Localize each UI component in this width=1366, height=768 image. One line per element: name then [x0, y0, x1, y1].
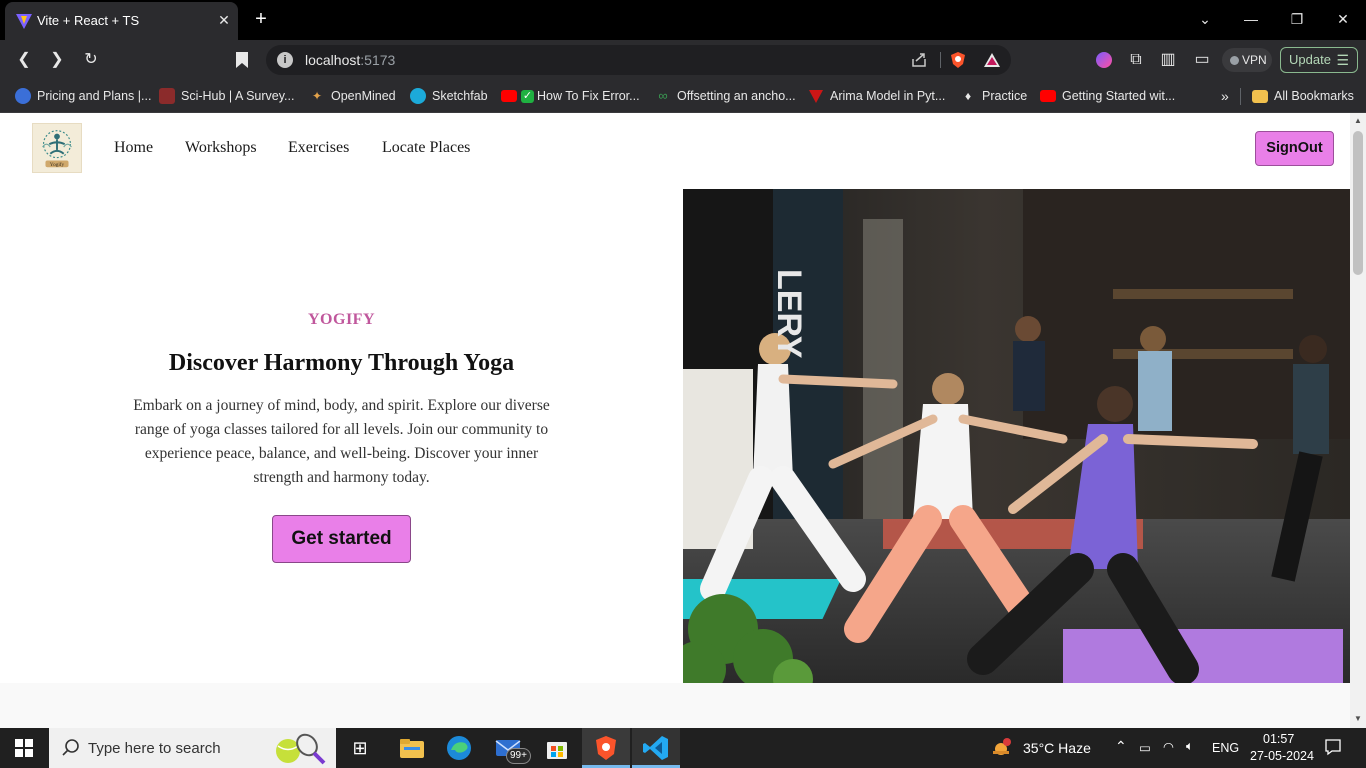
all-bookmarks[interactable]: All Bookmarks [1252, 86, 1354, 106]
next-section-band [0, 683, 1350, 728]
store-icon[interactable] [543, 734, 571, 762]
tab-title: Vite + React + TS [37, 13, 140, 28]
logo-text: Yogify [50, 161, 65, 168]
folder-icon [1252, 89, 1268, 103]
restore-button[interactable]: ❐ [1287, 9, 1307, 29]
language-indicator[interactable]: ENG [1212, 741, 1239, 755]
yogify-logo[interactable]: Yogify [32, 123, 82, 173]
mail-badge: 99+ [506, 748, 531, 764]
search-placeholder: Type here to search [88, 740, 221, 757]
bookmarks-divider [1240, 88, 1241, 105]
vpn-status-dot [1230, 56, 1239, 65]
bookmark-icon[interactable] [234, 50, 250, 70]
extensions-icon[interactable]: ⧉ [1126, 50, 1146, 70]
bookmark-item[interactable]: ♦ Practice [960, 86, 1027, 106]
bookmark-item[interactable]: ∞ Offsetting an ancho... [655, 86, 795, 106]
bookmark-item[interactable]: Arima Model in Pyt... [808, 86, 945, 106]
search-highlight-tennis-icon [276, 733, 326, 765]
task-view-icon[interactable]: ⊞ [346, 734, 374, 762]
page-viewport: Yogify Home Workshops Exercises Locate P… [0, 113, 1350, 728]
show-hidden-icons[interactable]: ⌃ [1115, 738, 1127, 755]
bell-icon: ♦ [964, 89, 972, 103]
sidebar-icon[interactable]: ▥ [1158, 50, 1178, 70]
windows-start-icon[interactable] [15, 739, 33, 757]
taskbar-search-box[interactable]: Type here to search [49, 728, 336, 768]
brave-browser-icon[interactable] [592, 734, 620, 762]
wall-lettering: LERY [770, 269, 808, 359]
volume-icon[interactable]: 🔈︎ [1186, 739, 1194, 754]
weather-icon[interactable] [990, 738, 1012, 758]
openmined-icon: ✦ [311, 89, 323, 103]
windows-taskbar: Type here to search ⊞ 99+ 35°C Haze ⌃ ▭ … [0, 728, 1366, 768]
page-scrollbar[interactable]: ▲ ▼ [1350, 113, 1366, 728]
scroll-down-icon[interactable]: ▼ [1353, 714, 1363, 724]
site-info-icon[interactable]: i [277, 52, 293, 68]
vscode-icon[interactable] [642, 734, 670, 762]
signout-button[interactable]: SignOut [1255, 131, 1334, 166]
weather-text[interactable]: 35°C Haze [1023, 740, 1091, 756]
shield-icon [808, 88, 824, 104]
update-button[interactable]: Update ☰ [1280, 47, 1358, 73]
hero-yoga-image: LERY [683, 189, 1350, 683]
globe-icon [15, 88, 31, 104]
close-tab-icon[interactable]: ✕ [215, 11, 233, 29]
scihub-icon [159, 88, 175, 104]
new-tab-button[interactable]: + [251, 9, 271, 29]
mail-icon[interactable]: 99+ [494, 734, 531, 764]
checkbox-icon: ✓ [521, 89, 534, 103]
share-icon[interactable] [910, 51, 928, 69]
minimize-button[interactable]: — [1241, 9, 1261, 29]
vite-icon [16, 14, 32, 29]
wallet-icon[interactable]: ▭ [1192, 50, 1212, 70]
bookmark-item[interactable]: Getting Started wit... [1040, 86, 1175, 106]
tab-strip: Vite + React + TS ✕ + ⌄ — ❐ ✕ [0, 0, 1366, 40]
youtube-icon [501, 90, 517, 102]
omnibox-divider [940, 52, 941, 68]
notifications-icon[interactable] [1324, 738, 1342, 756]
more-bookmarks-icon[interactable]: » [1221, 86, 1229, 106]
get-started-button[interactable]: Get started [272, 515, 411, 563]
bookmark-item[interactable]: Sci-Hub | A Survey... [159, 86, 294, 106]
hero-title: Discover Harmony Through Yoga [168, 350, 515, 376]
scroll-up-icon[interactable]: ▲ [1353, 116, 1363, 126]
battery-icon[interactable]: ▭ [1139, 740, 1151, 755]
address-bar[interactable]: i localhost:5173 [266, 45, 1011, 75]
menu-icon: ☰ [1336, 52, 1349, 68]
reload-icon[interactable]: ↻ [81, 50, 101, 70]
file-explorer-icon[interactable] [398, 734, 426, 762]
active-tab[interactable]: Vite + React + TS ✕ [5, 2, 238, 40]
edge-icon[interactable] [445, 734, 473, 762]
hero-eyebrow: YOGIFY [308, 311, 375, 328]
forward-icon[interactable]: ❯ [47, 50, 67, 70]
bookmark-item[interactable]: ✦ OpenMined [309, 86, 396, 106]
link-icon: ∞ [658, 88, 668, 103]
nav-locate-places[interactable]: Locate Places [382, 139, 470, 157]
bookmark-item[interactable]: ✓ How To Fix Error... [501, 86, 640, 106]
clock-time[interactable]: 01:57 [1263, 732, 1294, 746]
hero-description: Embark on a journey of mind, body, and s… [133, 397, 550, 486]
back-icon[interactable]: ❮ [14, 50, 34, 70]
scroll-thumb[interactable] [1353, 131, 1363, 275]
brave-shields-icon[interactable] [949, 51, 967, 69]
tab-search-icon[interactable]: ⌄ [1195, 9, 1215, 29]
vpn-button[interactable]: VPN [1222, 48, 1272, 72]
brave-rewards-icon[interactable] [983, 51, 1001, 69]
clock-date[interactable]: 27-05-2024 [1250, 749, 1314, 763]
close-window-button[interactable]: ✕ [1333, 9, 1353, 29]
youtube-icon [1040, 90, 1056, 102]
nav-home[interactable]: Home [114, 139, 153, 157]
nav-exercises[interactable]: Exercises [288, 139, 349, 157]
bookmark-item[interactable]: Sketchfab [410, 86, 488, 106]
nav-workshops[interactable]: Workshops [185, 139, 257, 157]
bookmarks-bar: Pricing and Plans |... Sci-Hub | A Surve… [0, 80, 1366, 113]
url-text[interactable]: localhost:5173 [305, 52, 395, 68]
search-icon [62, 739, 79, 756]
sketchfab-icon [410, 88, 426, 104]
leo-ai-icon[interactable] [1096, 52, 1112, 68]
wifi-icon[interactable]: ◠ [1163, 739, 1174, 754]
bookmark-item[interactable]: Pricing and Plans |... [15, 86, 151, 106]
